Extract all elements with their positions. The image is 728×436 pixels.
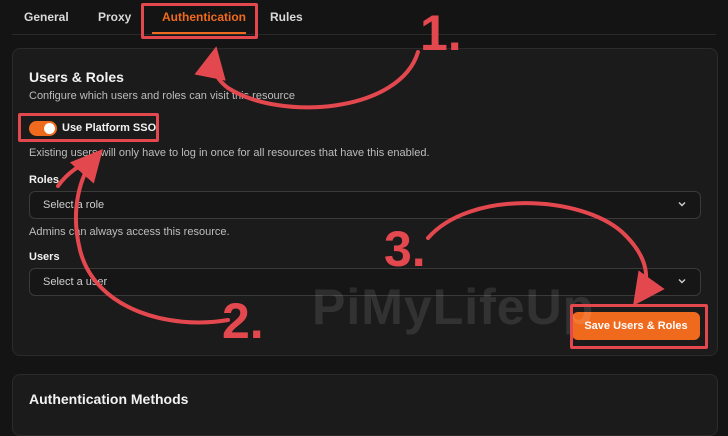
annotation-step-2: 2.: [222, 293, 264, 349]
annotation-arrows: [56, 46, 665, 325]
annotation-step-3: 3.: [384, 221, 426, 277]
arrow-step-3: [426, 201, 665, 306]
annotation-step-1: 1.: [420, 5, 462, 61]
arrow-step-1: [194, 46, 420, 110]
arrow-step-2: [69, 148, 230, 325]
arrow-step-2-hook: [56, 156, 97, 188]
